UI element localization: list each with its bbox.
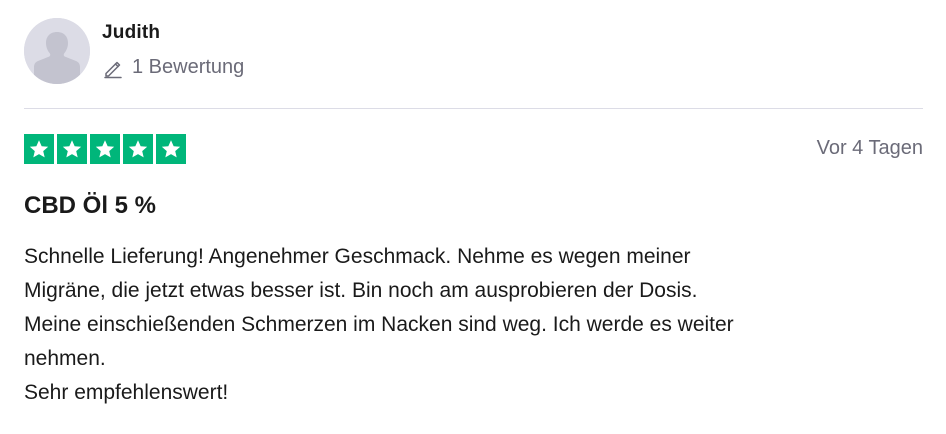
user-silhouette-icon — [24, 18, 90, 84]
review-card: Judith 1 Bewertung Vor 4 Tagen CBD Öl 5 … — [24, 0, 923, 434]
review-count-label: 1 Bewertung — [132, 56, 245, 78]
review-date: Vor 4 Tagen — [816, 137, 923, 159]
review-body-line: Schnelle Lieferung! Angenehmer Geschmack… — [24, 245, 691, 268]
star-icon — [57, 134, 87, 164]
review-count: 1 Bewertung — [102, 56, 244, 79]
review-body-line: nehmen. — [24, 347, 106, 370]
review-body-line: Meine einschießenden Schmerzen im Nacken… — [24, 313, 734, 336]
review-body: Schnelle Lieferung! Angenehmer Geschmack… — [24, 240, 904, 410]
reviewer-name[interactable]: Judith — [102, 22, 160, 44]
star-icon — [123, 134, 153, 164]
star-icon — [156, 134, 186, 164]
star-icon — [90, 134, 120, 164]
review-body-line: Sehr empfehlenswert! — [24, 381, 229, 404]
reviewer-header: Judith 1 Bewertung — [24, 18, 923, 84]
star-icon — [24, 134, 54, 164]
review-body-line: Migräne, die jetzt etwas besser ist. Bin… — [24, 279, 698, 302]
pencil-icon — [102, 57, 124, 79]
star-rating — [24, 134, 186, 164]
avatar[interactable] — [24, 18, 90, 84]
divider — [24, 108, 923, 109]
review-title[interactable]: CBD Öl 5 % — [24, 192, 156, 220]
